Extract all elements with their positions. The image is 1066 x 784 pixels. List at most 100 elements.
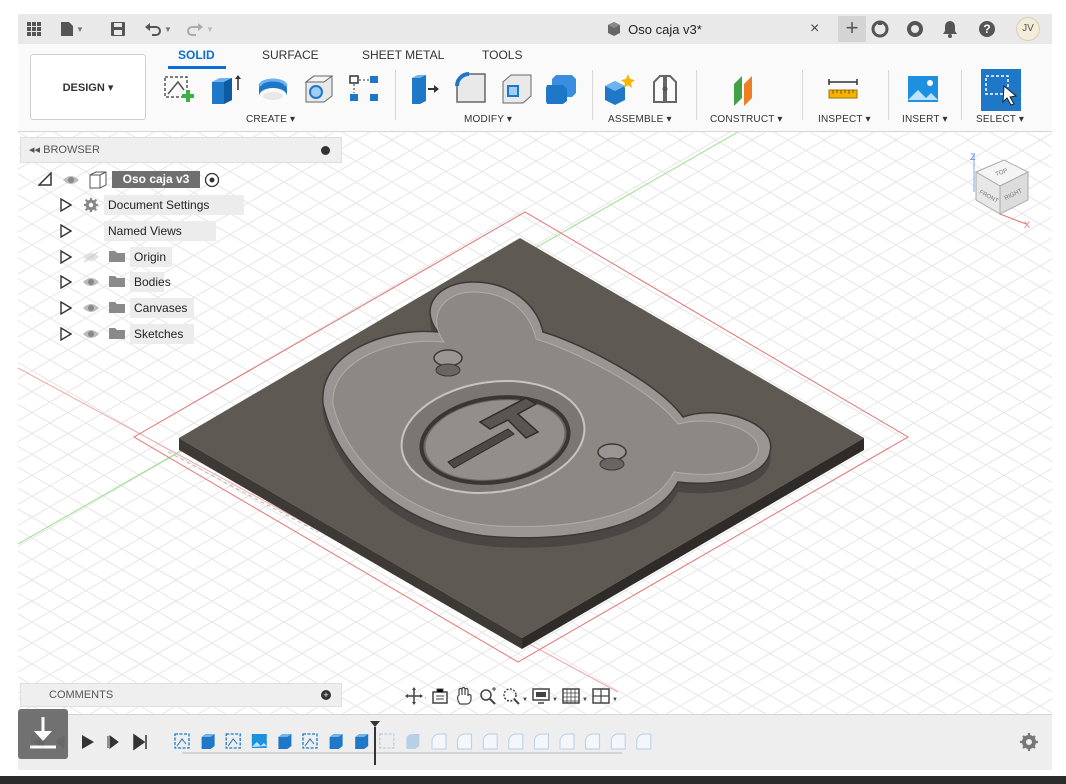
timeline-marker[interactable] bbox=[370, 721, 380, 765]
look-at-icon[interactable] bbox=[430, 686, 450, 706]
insert-menu[interactable]: INSERT ▾ bbox=[902, 114, 948, 125]
offset-plane-icon[interactable] bbox=[730, 72, 764, 106]
extensions-icon[interactable] bbox=[871, 20, 889, 41]
joint-icon[interactable] bbox=[648, 72, 682, 106]
pan-hand-icon[interactable] bbox=[454, 686, 474, 706]
visibility-eye-icon[interactable] bbox=[82, 276, 100, 291]
timeline-fillet-icon[interactable] bbox=[431, 733, 447, 750]
timeline-extrude-icon[interactable] bbox=[355, 734, 369, 749]
browser-node-document-settings[interactable]: Document Settings bbox=[58, 194, 244, 216]
visibility-eye-icon[interactable] bbox=[62, 174, 80, 189]
new-tab-button[interactable]: + bbox=[838, 16, 866, 42]
browser-node-canvases[interactable]: Canvases bbox=[58, 297, 238, 319]
browser-root-component[interactable]: Oso caja v3 bbox=[112, 171, 200, 188]
tab-tools[interactable]: TOOLS bbox=[482, 48, 522, 62]
go-to-end-icon[interactable] bbox=[133, 733, 147, 751]
help-icon[interactable]: ? bbox=[978, 20, 996, 41]
inspect-menu[interactable]: INSPECT ▾ bbox=[818, 114, 871, 125]
comments-panel[interactable]: COMMENTS + bbox=[20, 683, 342, 707]
zoom-window-icon[interactable]: ▼ bbox=[502, 686, 528, 706]
measure-icon[interactable] bbox=[826, 72, 860, 106]
timeline-fillet-icon[interactable] bbox=[482, 733, 498, 750]
new-component-icon[interactable] bbox=[602, 72, 636, 106]
step-forward-icon[interactable] bbox=[107, 735, 119, 749]
create-sketch-icon[interactable] bbox=[162, 72, 196, 106]
expand-arrow-icon[interactable] bbox=[60, 223, 73, 241]
timeline-extrude-icon[interactable] bbox=[329, 734, 343, 749]
collapse-root-icon[interactable] bbox=[37, 171, 52, 189]
grid-settings-icon[interactable]: ▼ bbox=[562, 686, 588, 706]
tab-solid[interactable]: SOLID bbox=[178, 48, 215, 62]
notifications-bell-icon[interactable] bbox=[942, 20, 958, 41]
redo-button[interactable]: ▼ bbox=[186, 19, 214, 39]
timeline-sketch-icon[interactable] bbox=[379, 733, 395, 749]
workspace-switcher-button[interactable]: DESIGN ▾ bbox=[30, 54, 146, 120]
expand-arrow-icon[interactable] bbox=[60, 274, 73, 292]
timeline-fillet-icon[interactable] bbox=[585, 733, 601, 750]
browser-node-named-views[interactable]: Named Views bbox=[58, 220, 238, 242]
pattern-icon[interactable] bbox=[348, 72, 382, 106]
expand-arrow-icon[interactable] bbox=[60, 197, 73, 215]
browser-node-origin[interactable]: Origin bbox=[58, 246, 238, 268]
visibility-eye-icon[interactable] bbox=[82, 328, 100, 343]
expand-arrow-icon[interactable] bbox=[60, 249, 73, 267]
timeline-sketch-icon[interactable] bbox=[302, 733, 318, 749]
revolve-icon[interactable] bbox=[256, 72, 290, 106]
download-overlay-button[interactable] bbox=[18, 709, 68, 759]
timeline-fillet-icon[interactable] bbox=[457, 733, 473, 750]
select-menu[interactable]: SELECT ▾ bbox=[976, 114, 1024, 125]
insert-image-icon[interactable] bbox=[906, 72, 940, 106]
press-pull-icon[interactable] bbox=[408, 72, 442, 106]
orbit-icon[interactable]: ▼ bbox=[404, 686, 426, 706]
undo-button[interactable]: ▼ bbox=[144, 19, 172, 39]
document-tab[interactable]: Oso caja v3* bbox=[458, 14, 850, 44]
save-icon[interactable] bbox=[110, 19, 126, 39]
tab-surface[interactable]: SURFACE bbox=[262, 48, 319, 62]
timeline-fillet-icon[interactable] bbox=[559, 733, 575, 750]
browser-node-bodies[interactable]: Bodies bbox=[58, 271, 238, 293]
hidden-eye-icon[interactable] bbox=[82, 251, 100, 266]
timeline-extrude-icon[interactable] bbox=[406, 734, 420, 749]
timeline-sketch-icon[interactable] bbox=[225, 733, 241, 749]
activate-radio-icon[interactable] bbox=[204, 172, 220, 191]
expand-arrow-icon[interactable] bbox=[60, 326, 73, 344]
shell-icon[interactable] bbox=[500, 72, 534, 106]
display-settings-icon[interactable]: ▼ bbox=[532, 686, 558, 706]
apps-grid-icon[interactable] bbox=[26, 19, 42, 39]
assemble-menu[interactable]: ASSEMBLE ▾ bbox=[608, 114, 672, 125]
browser-node-sketches[interactable]: Sketches bbox=[58, 323, 238, 345]
file-menu-button[interactable]: ▼ bbox=[60, 19, 84, 39]
close-tab-icon[interactable]: × bbox=[810, 20, 819, 38]
timeline-fillet-icon[interactable] bbox=[533, 733, 549, 750]
ribbon-separator bbox=[961, 70, 962, 120]
browser-panel-header[interactable]: ◂◂ BROWSER bbox=[20, 137, 342, 163]
zoom-icon[interactable] bbox=[478, 686, 498, 706]
expand-arrow-icon[interactable] bbox=[60, 300, 73, 318]
timeline-settings-gear-icon[interactable] bbox=[1020, 733, 1038, 751]
create-menu[interactable]: CREATE ▾ bbox=[246, 114, 295, 125]
play-icon[interactable] bbox=[82, 735, 94, 749]
browser-pin-icon[interactable] bbox=[321, 146, 330, 155]
timeline-canvas-icon[interactable] bbox=[251, 734, 267, 748]
extrude-icon[interactable] bbox=[208, 72, 242, 106]
tab-sheet-metal[interactable]: SHEET METAL bbox=[362, 48, 444, 62]
timeline-fillet-icon[interactable] bbox=[508, 733, 524, 750]
viewports-icon[interactable]: ▼ bbox=[592, 686, 618, 706]
timeline-extrude-icon[interactable] bbox=[278, 734, 292, 749]
timeline-sketch-icon[interactable] bbox=[174, 733, 190, 749]
combine-icon[interactable] bbox=[544, 72, 578, 106]
hole-icon[interactable] bbox=[302, 72, 336, 106]
add-comment-icon[interactable]: + bbox=[321, 690, 331, 700]
fillet-icon[interactable] bbox=[454, 72, 488, 106]
construct-menu[interactable]: CONSTRUCT ▾ bbox=[710, 114, 783, 125]
timeline-fillet-icon[interactable] bbox=[636, 733, 652, 750]
view-cube[interactable]: TOP FRONT RIGHT Z X bbox=[970, 152, 1030, 230]
svg-text:▼: ▼ bbox=[522, 697, 528, 703]
timeline-fillet-icon[interactable] bbox=[610, 733, 626, 750]
user-avatar[interactable]: JV bbox=[1016, 17, 1040, 41]
modify-menu[interactable]: MODIFY ▾ bbox=[464, 114, 512, 125]
job-status-icon[interactable] bbox=[906, 20, 924, 41]
visibility-eye-icon[interactable] bbox=[82, 302, 100, 317]
select-tool-icon[interactable] bbox=[980, 68, 1022, 112]
timeline-extrude-icon[interactable] bbox=[201, 734, 215, 749]
